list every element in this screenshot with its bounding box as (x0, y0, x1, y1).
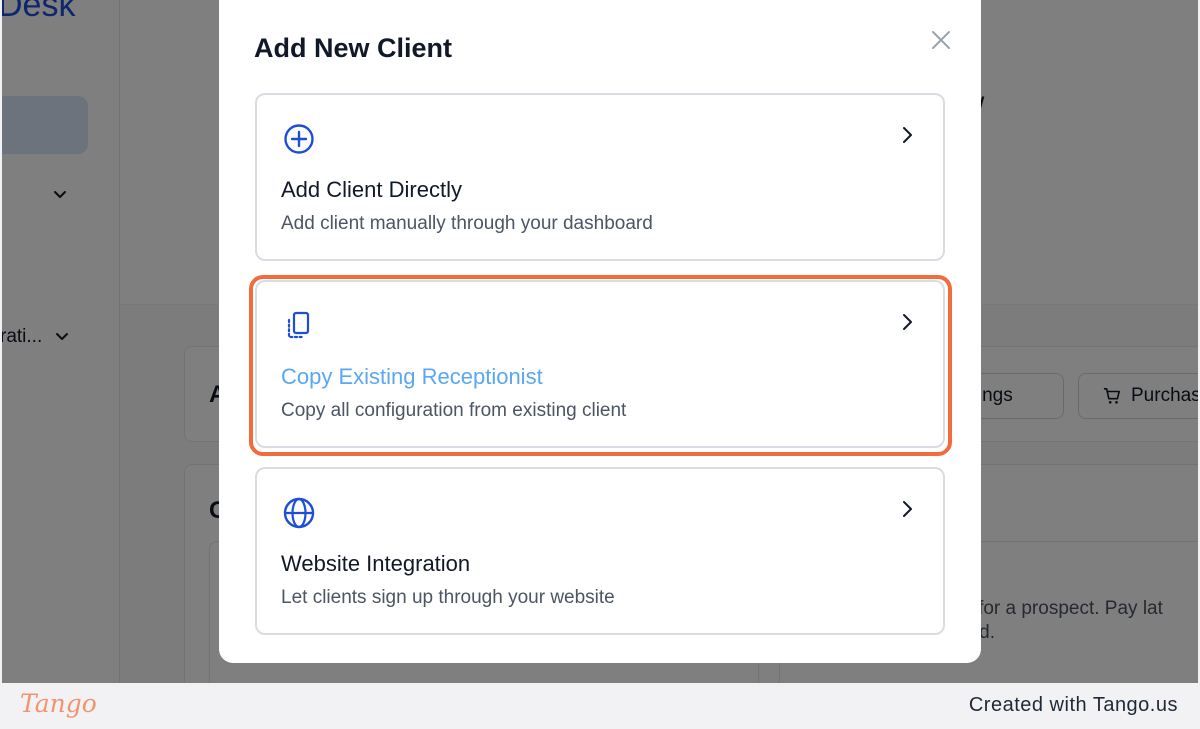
plus-circle-icon (281, 121, 317, 157)
option-title: Website Integration (281, 551, 471, 576)
option-description: Add client manually through your dashboa… (281, 213, 653, 234)
close-icon (932, 31, 950, 49)
option-add-client-directly[interactable]: Add Client Directly Add client manually … (255, 93, 945, 261)
option-title: Add Client Directly (281, 177, 462, 202)
close-button[interactable] (927, 26, 955, 54)
globe-icon (281, 495, 317, 531)
modal-title: Add New Client (254, 33, 453, 63)
option-website-integration[interactable]: Website Integration Let clients sign up … (255, 467, 945, 635)
add-client-modal: Add New Client Add Client Directly Add c… (219, 0, 981, 663)
option-description: Let clients sign up through your website (281, 587, 615, 608)
chevron-right-icon (897, 312, 917, 332)
chevron-right-icon (897, 499, 917, 519)
chevron-right-icon (897, 125, 917, 145)
option-title: Copy Existing Receptionist (281, 364, 543, 389)
option-copy-existing-receptionist[interactable]: Copy Existing Receptionist Copy all conf… (255, 280, 945, 448)
option-description: Copy all configuration from existing cli… (281, 400, 627, 421)
tango-footer: Tango Created with Tango.us (0, 683, 1200, 729)
tango-logo: Tango (20, 689, 97, 718)
copy-icon (281, 308, 317, 344)
created-with-credit: Created with Tango.us (968, 694, 1178, 716)
